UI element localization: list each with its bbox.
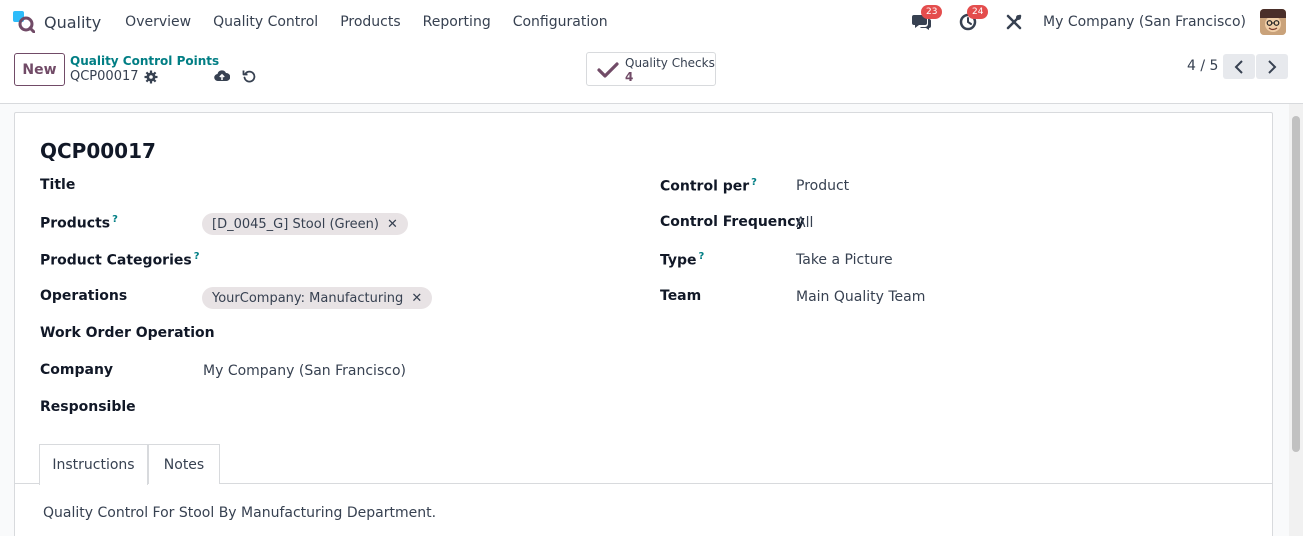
scrollbar-thumb[interactable]: [1292, 116, 1300, 452]
form-sheet: QCP00017 Title Products? [D_0045_G] Stoo…: [14, 112, 1273, 536]
activities-button[interactable]: 24: [953, 5, 989, 37]
top-navbar: Quality Overview Quality Control Product…: [0, 0, 1303, 44]
title-label: Title: [40, 177, 76, 193]
remove-product-tag-icon[interactable]: ✕: [387, 217, 398, 232]
operation-tag: YourCompany: Manufacturing ✕: [202, 287, 433, 309]
instructions-text[interactable]: Quality Control For Stool By Manufacturi…: [43, 505, 436, 521]
smart-button-count: 4: [625, 70, 634, 84]
quality-checks-smart-button[interactable]: Quality Checks 4: [586, 52, 716, 86]
chevron-right-icon: [1268, 59, 1277, 74]
company-switcher[interactable]: My Company (San Francisco): [1043, 14, 1246, 30]
menu-overview[interactable]: Overview: [114, 14, 202, 30]
breadcrumb-quality-control-points[interactable]: Quality Control Points: [70, 54, 219, 68]
breadcrumb-current-record: QCP00017: [70, 69, 139, 84]
chevron-left-icon: [1234, 59, 1243, 74]
work-order-operation-label: Work Order Operation: [40, 325, 215, 341]
undo-icon[interactable]: [242, 69, 257, 84]
operation-tag-label: YourCompany: Manufacturing: [212, 290, 404, 306]
type-label-group: Type?: [660, 251, 704, 269]
control-per-field[interactable]: Product: [796, 178, 849, 194]
control-frequency-field[interactable]: All: [796, 215, 813, 231]
product-tag: [D_0045_G] Stool (Green) ✕: [202, 213, 408, 235]
type-label: Type: [660, 252, 697, 269]
products-help-icon[interactable]: ?: [112, 214, 118, 225]
products-label-group: Products?: [40, 214, 118, 232]
record-title: QCP00017: [40, 139, 156, 163]
quality-app-icon: [13, 11, 36, 34]
menu-products[interactable]: Products: [329, 14, 411, 30]
company-label: Company: [40, 362, 114, 378]
control-frequency-label: Control Frequency: [660, 214, 805, 230]
app-name: Quality: [44, 12, 102, 32]
control-per-label-group: Control per?: [660, 177, 757, 195]
tools-icon: [1006, 14, 1022, 30]
control-per-help-icon[interactable]: ?: [751, 177, 757, 188]
products-label: Products: [40, 215, 111, 232]
responsible-label: Responsible: [40, 399, 136, 415]
pager-next-button[interactable]: [1256, 54, 1288, 79]
new-button[interactable]: New: [14, 53, 65, 86]
product-categories-label-group: Product Categories?: [40, 251, 200, 269]
team-field[interactable]: Main Quality Team: [796, 289, 925, 305]
check-icon: [597, 62, 619, 78]
user-avatar[interactable]: [1260, 9, 1286, 35]
messages-button[interactable]: 23: [907, 5, 943, 37]
tab-notes[interactable]: Notes: [148, 444, 220, 484]
tab-instructions[interactable]: Instructions: [39, 444, 148, 485]
operations-label: Operations: [40, 288, 128, 304]
pager-previous-button[interactable]: [1223, 54, 1255, 79]
scrollbar[interactable]: [1289, 104, 1303, 536]
menu-quality-control[interactable]: Quality Control: [202, 14, 329, 30]
gear-icon[interactable]: [144, 70, 158, 84]
team-label: Team: [660, 288, 702, 304]
menu-reporting[interactable]: Reporting: [412, 14, 502, 30]
cloud-upload-icon[interactable]: [214, 69, 230, 83]
control-per-label: Control per: [660, 178, 750, 195]
menu-configuration[interactable]: Configuration: [502, 14, 619, 30]
control-panel: New Quality Control Points QCP00017 Qual…: [0, 44, 1303, 104]
product-tag-label: [D_0045_G] Stool (Green): [212, 216, 379, 232]
remove-operation-tag-icon[interactable]: ✕: [411, 291, 422, 306]
app-brand[interactable]: Quality: [13, 11, 114, 34]
product-categories-help-icon[interactable]: ?: [194, 251, 200, 262]
debug-tools-button[interactable]: [999, 7, 1029, 37]
smart-button-title: Quality Checks: [625, 56, 715, 70]
product-categories-label: Product Categories: [40, 252, 192, 269]
company-field[interactable]: My Company (San Francisco): [203, 363, 406, 379]
activities-badge: 24: [967, 5, 989, 19]
type-help-icon[interactable]: ?: [699, 251, 705, 262]
pager-value[interactable]: 4 / 5: [1187, 58, 1218, 74]
type-field[interactable]: Take a Picture: [796, 252, 893, 268]
messages-badge: 23: [921, 5, 943, 19]
